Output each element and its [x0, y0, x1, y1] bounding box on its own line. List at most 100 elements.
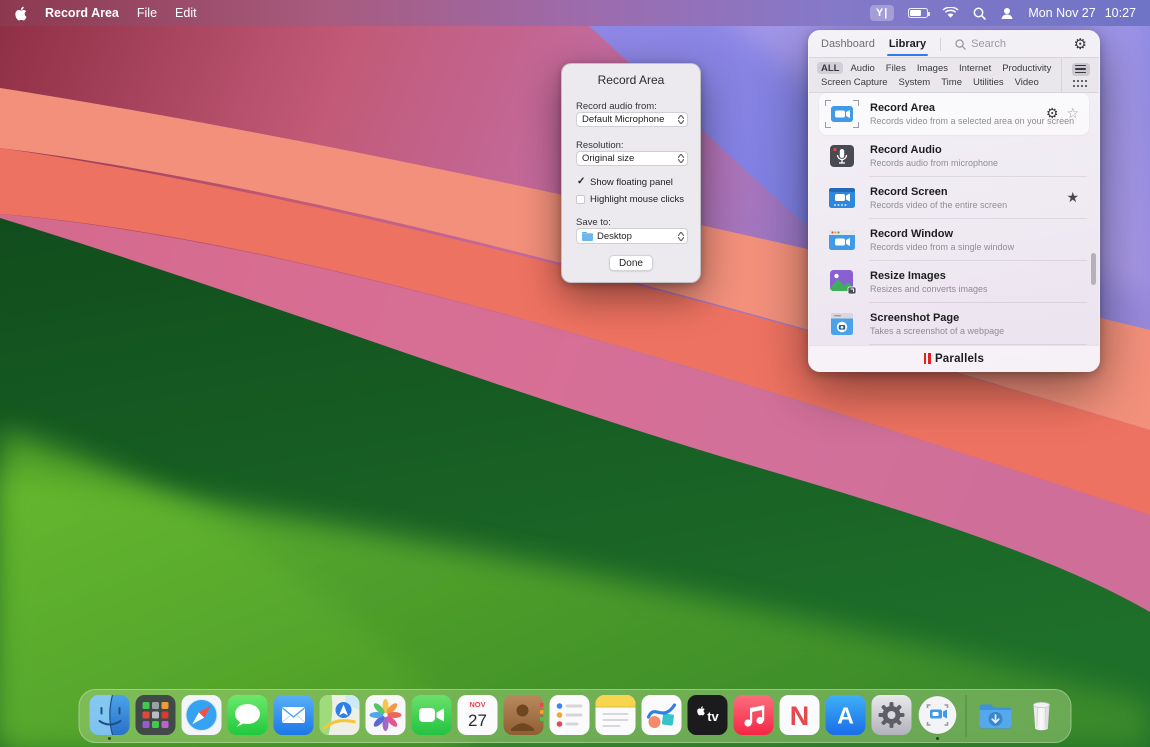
filter-productivity[interactable]: Productivity	[1002, 63, 1051, 74]
tool-row-screenshot-page[interactable]: Screenshot Page Takes a screenshot of a …	[819, 303, 1089, 345]
grid-view-icon[interactable]	[1073, 80, 1088, 88]
category-filter-bar: ALL Audio Files Images Internet Producti…	[809, 57, 1099, 93]
dock-item-calendar[interactable]: NOV 27	[456, 693, 499, 739]
active-app-name[interactable]: Record Area	[45, 6, 119, 20]
tool-row-record-area[interactable]: Record Area Records video from a selecte…	[819, 93, 1089, 135]
menu-bar-time[interactable]: 10:27	[1105, 6, 1136, 20]
apple-tv-icon: tv	[687, 695, 727, 735]
favorite-star-outline-icon[interactable]: ☆	[1066, 106, 1079, 122]
tool-name: Resize Images	[870, 270, 1083, 282]
parallels-logo-icon	[924, 353, 931, 364]
stepper-icon	[678, 232, 684, 241]
safari-icon	[181, 695, 221, 735]
user-switch-icon[interactable]	[1000, 7, 1014, 20]
filter-video[interactable]: Video	[1015, 77, 1039, 88]
header-divider	[940, 38, 941, 51]
dock-item-freeform[interactable]	[640, 693, 683, 739]
apple-menu-icon[interactable]	[14, 6, 27, 21]
filter-files[interactable]: Files	[886, 63, 906, 74]
tool-row-record-screen[interactable]: Record Screen Records video of the entir…	[819, 177, 1089, 219]
list-view-icon[interactable]	[1072, 63, 1090, 76]
panel-header: Dashboard Library Search ⚙	[809, 31, 1099, 57]
tool-desc: Records audio from microphone	[870, 158, 1083, 168]
dock-item-messages[interactable]	[226, 693, 269, 739]
dock-item-apple-tv[interactable]: tv	[686, 693, 729, 739]
filter-time[interactable]: Time	[941, 77, 962, 88]
dock-item-music[interactable]	[732, 693, 775, 739]
done-button[interactable]: Done	[609, 255, 653, 271]
dock-item-facetime[interactable]	[410, 693, 453, 739]
dock-item-mail[interactable]	[272, 693, 315, 739]
parallels-toolbox-panel: Dashboard Library Search ⚙ ALL Audio Fil…	[808, 30, 1100, 372]
filter-utilities[interactable]: Utilities	[973, 77, 1004, 88]
dock-item-launchpad[interactable]	[134, 693, 177, 739]
tab-library[interactable]: Library	[889, 38, 926, 50]
record-audio-from-label: Record audio from:	[576, 101, 657, 112]
dock-item-notes[interactable]	[594, 693, 637, 739]
app-store-letter: A	[837, 703, 854, 729]
dock-item-maps[interactable]	[318, 693, 361, 739]
checkbox-checked-icon	[576, 178, 585, 187]
dock-item-trash[interactable]	[1020, 693, 1063, 739]
tool-desc: Records video from a selected area on yo…	[870, 116, 1035, 126]
tool-desc: Records video of the entire screen	[870, 200, 1055, 210]
parallels-toolbox-menu-icon[interactable]: Y|	[870, 5, 894, 21]
tool-settings-gear-icon[interactable]: ⚙	[1046, 106, 1059, 122]
tool-row-record-audio[interactable]: Record Audio Records audio from micropho…	[819, 135, 1089, 177]
folder-icon	[582, 232, 593, 241]
dock-item-finder[interactable]	[88, 693, 131, 739]
tool-desc: Resizes and converts images	[870, 284, 1083, 294]
panel-settings-gear-icon[interactable]: ⚙	[1074, 37, 1087, 52]
tools-list: Record Area Records video from a selecte…	[809, 93, 1099, 345]
dock-item-downloads[interactable]	[974, 693, 1017, 739]
show-floating-panel-checkbox[interactable]: Show floating panel	[576, 177, 673, 188]
filter-screen-capture[interactable]: Screen Capture	[821, 77, 888, 88]
tool-row-record-window[interactable]: Record Window Records video from a singl…	[819, 219, 1089, 261]
favorite-star-filled-icon[interactable]: ★	[1066, 190, 1079, 206]
dock-item-photos[interactable]	[364, 693, 407, 739]
filter-images[interactable]: Images	[917, 63, 948, 74]
tab-dashboard[interactable]: Dashboard	[821, 38, 875, 50]
trash-icon	[1021, 695, 1061, 735]
dock-item-record-area[interactable]	[916, 693, 959, 739]
highlight-mouse-clicks-checkbox[interactable]: Highlight mouse clicks	[576, 194, 684, 205]
menu-edit[interactable]: Edit	[175, 6, 197, 20]
resize-images-tool-icon	[825, 268, 859, 296]
finder-icon	[89, 695, 129, 735]
dock-item-reminders[interactable]	[548, 693, 591, 739]
parallels-brand-text: Parallels	[935, 353, 984, 365]
tool-row-resize-images[interactable]: Resize Images Resizes and converts image…	[819, 261, 1089, 303]
dock-item-news[interactable]: N	[778, 693, 821, 739]
record-area-app-icon	[917, 695, 957, 735]
filter-audio[interactable]: Audio	[850, 63, 874, 74]
record-area-dialog: Record Area Record audio from: Default M…	[561, 63, 701, 283]
calendar-month: NOV	[469, 700, 485, 709]
downloads-folder-icon	[975, 695, 1015, 735]
battery-icon[interactable]	[908, 8, 928, 18]
filter-internet[interactable]: Internet	[959, 63, 991, 74]
microphone-select[interactable]: Default Microphone	[576, 112, 688, 127]
tool-desc: Records video from a single window	[870, 242, 1083, 252]
launchpad-icon	[135, 695, 175, 735]
system-settings-gear-icon	[871, 695, 911, 735]
panel-scrollbar[interactable]	[1091, 253, 1096, 285]
menu-file[interactable]: File	[137, 6, 157, 20]
filter-all[interactable]: ALL	[817, 62, 843, 74]
search-field[interactable]: Search	[955, 38, 1059, 50]
dock-item-system-settings[interactable]	[870, 693, 913, 739]
mail-icon	[273, 695, 313, 735]
checkbox-unchecked-icon	[576, 195, 585, 204]
spotlight-search-icon[interactable]	[973, 7, 986, 20]
filter-system[interactable]: System	[899, 77, 931, 88]
save-to-select[interactable]: Desktop	[576, 228, 688, 244]
menu-bar-date[interactable]: Mon Nov 27	[1028, 6, 1095, 20]
dock-item-contacts[interactable]	[502, 693, 545, 739]
wifi-icon[interactable]	[942, 7, 959, 19]
dock-item-safari[interactable]	[180, 693, 223, 739]
photos-icon	[365, 695, 405, 735]
search-icon	[955, 39, 966, 50]
dock-item-app-store[interactable]: A	[824, 693, 867, 739]
news-icon: N	[779, 695, 819, 735]
calendar-icon: NOV 27	[457, 695, 497, 735]
resolution-select[interactable]: Original size	[576, 151, 688, 166]
